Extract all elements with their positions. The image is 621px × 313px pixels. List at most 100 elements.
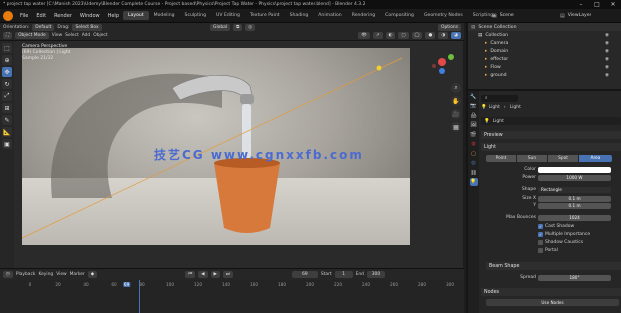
outliner-item-flow[interactable]: ▸ Flow ◉ — [468, 63, 621, 71]
use-nodes-button[interactable]: Use Nodes — [486, 299, 619, 306]
visibility-eye-icon[interactable]: ◉ — [605, 49, 609, 54]
timeline-editor-icon[interactable]: ◷ — [3, 271, 13, 278]
outliner-item-camera[interactable]: ▸ Camera ◉ — [468, 39, 621, 47]
minimize-button[interactable]: – — [573, 0, 589, 9]
light-type-sun[interactable]: Sun — [517, 155, 547, 162]
panel-light[interactable]: Light — [481, 143, 621, 151]
scale-tool-icon[interactable]: ⤢ — [2, 91, 12, 101]
scene-tab-icon[interactable]: 🎬 — [470, 131, 478, 139]
light-type-area[interactable]: Area — [579, 155, 612, 162]
menu-file[interactable]: File — [16, 13, 32, 19]
rendered-shading-icon[interactable]: ◕ — [451, 32, 461, 39]
tab-animation[interactable]: Animation — [313, 11, 346, 20]
menu-view[interactable]: View — [52, 33, 62, 38]
visibility-eye-icon[interactable]: ◉ — [605, 33, 609, 38]
light-type-point[interactable]: Point — [486, 155, 516, 162]
maximize-button[interactable]: □ — [589, 0, 605, 9]
panel-nodes[interactable]: Nodes — [481, 288, 621, 296]
world-tab-icon[interactable]: ◍ — [470, 140, 478, 148]
constraints-tab-icon[interactable]: ⛓ — [470, 169, 478, 177]
scene-selector[interactable]: ▣ Scene — [492, 11, 514, 20]
3d-viewport[interactable]: Camera Perspective (69) Collection | Lig… — [14, 41, 463, 268]
tab-uv-editing[interactable]: UV Editing — [211, 11, 245, 20]
shape-dropdown[interactable]: Rectangle — [538, 187, 611, 193]
properties-editor[interactable]: 🔧 📷 🖨 🖼 🎬 ◍ ▢ ◎ ⛓ 💡 ⌕ 💡 Light › Light 💡 … — [466, 89, 621, 313]
annotate-tool-icon[interactable]: ✎ — [2, 115, 12, 125]
view-layer-selector[interactable]: ▤ ViewLayer — [560, 11, 591, 20]
rotate-tool-icon[interactable]: ↻ — [2, 79, 12, 89]
menu-window[interactable]: Window — [76, 13, 104, 19]
output-tab-icon[interactable]: 🖨 — [470, 112, 478, 120]
menu-marker[interactable]: Marker — [70, 272, 85, 277]
transform-tool-icon[interactable]: ⊞ — [2, 103, 12, 113]
start-frame-field[interactable]: 1 — [334, 271, 353, 278]
physics-tab-icon[interactable]: ◎ — [470, 159, 478, 167]
outliner-item-collection[interactable]: ▤ Collection ◉ — [468, 31, 621, 39]
tab-sculpting[interactable]: Sculpting — [180, 11, 211, 20]
visibility-eye-icon[interactable]: ◉ — [605, 65, 609, 70]
options-dropdown[interactable]: Options — [438, 24, 461, 31]
snap-icon[interactable]: ⧉ — [233, 24, 243, 31]
tool-tab-icon[interactable]: 🔧 — [470, 93, 478, 101]
color-swatch[interactable] — [538, 167, 611, 173]
orientation-dropdown[interactable]: Default — [32, 24, 55, 31]
drag-dropdown[interactable]: Select Box — [72, 24, 102, 31]
outliner-item-ground[interactable]: ▸ ground ◉ — [468, 71, 621, 79]
navigation-gizmo[interactable] — [429, 49, 455, 75]
proportional-edit-icon[interactable]: ◎ — [245, 24, 256, 31]
size-y-field[interactable]: 0.1 m — [538, 203, 611, 209]
render-tab-icon[interactable]: 📷 — [470, 102, 478, 110]
light-data-tab-icon[interactable]: 💡 — [469, 178, 478, 186]
outliner[interactable]: ▤ Scene Collection ▤ Collection ◉ ▸ Camera ◉ ▸… — [466, 23, 621, 89]
light-type-spot[interactable]: Spot — [548, 155, 578, 162]
jump-end-icon[interactable]: ⏭ — [222, 271, 233, 278]
gizmo-icon[interactable]: ↗ — [372, 32, 383, 39]
grid-view-icon[interactable]: ▦ — [451, 122, 461, 132]
menu-playback[interactable]: Playback — [16, 272, 36, 277]
menu-help[interactable]: Help — [104, 13, 123, 19]
zoom-icon[interactable]: ⌕ — [451, 83, 461, 93]
menu-add[interactable]: Add — [82, 33, 91, 38]
outliner-item-effector[interactable]: ▸ effector ◉ — [468, 55, 621, 63]
material-shading-icon[interactable]: ◑ — [438, 32, 449, 39]
keyframe-icon[interactable]: ◆ — [87, 271, 98, 278]
light-datablock-field[interactable]: 💡 Light — [481, 117, 621, 125]
visibility-eye-icon[interactable]: ◉ — [605, 41, 609, 46]
view-layer-tab-icon[interactable]: 🖼 — [470, 121, 478, 129]
panel-beam-shape[interactable]: Beam Shape — [486, 262, 621, 270]
blender-logo-icon[interactable] — [3, 10, 13, 21]
power-field[interactable]: 1000 W — [538, 175, 611, 181]
play-reverse-icon[interactable]: ◀ — [198, 271, 208, 278]
measure-tool-icon[interactable]: 📐 — [2, 127, 12, 137]
menu-object[interactable]: Object — [93, 33, 107, 38]
close-button[interactable]: ✕ — [605, 0, 621, 9]
current-frame-field[interactable]: 69 — [291, 271, 318, 278]
select-tool-icon[interactable]: ⬚ — [2, 43, 12, 53]
tab-texture-paint[interactable]: Texture Paint — [245, 11, 285, 20]
panel-preview[interactable]: Preview — [481, 131, 621, 139]
camera-view-icon[interactable]: 🎥 — [451, 109, 461, 119]
cursor-tool-icon[interactable]: ⊕ — [2, 55, 12, 65]
timeline[interactable]: 0 20 40 60 69 80 100 120 140 160 180 200 220 240 260 28… — [0, 280, 464, 313]
visibility-eye-icon[interactable]: ◉ — [605, 73, 609, 78]
tab-geometry-nodes[interactable]: Geometry Nodes — [419, 11, 468, 20]
overlay-icon[interactable]: ◐ — [385, 32, 396, 39]
menu-edit[interactable]: Edit — [32, 13, 50, 19]
tab-compositing[interactable]: Compositing — [380, 11, 419, 20]
solid-shading-icon[interactable]: ● — [425, 32, 436, 39]
tab-shading[interactable]: Shading — [285, 11, 314, 20]
xray-icon[interactable]: ▢ — [398, 32, 409, 39]
portal-checkbox[interactable]: Portal — [538, 248, 558, 253]
menu-timeline-view[interactable]: View — [56, 272, 66, 277]
max-bounces-field[interactable]: 1024 — [538, 215, 611, 221]
jump-start-icon[interactable]: ⏮ — [185, 271, 196, 278]
menu-select[interactable]: Select — [65, 33, 79, 38]
play-icon[interactable]: ▶ — [210, 271, 220, 278]
end-frame-field[interactable]: 300 — [366, 271, 385, 278]
editor-type-icon[interactable]: ⛶ — [3, 32, 13, 39]
cast-shadow-checkbox[interactable]: ✓ Cast Shadow — [538, 224, 574, 229]
transform-orientation-dropdown[interactable]: Global — [210, 24, 231, 31]
tab-layout[interactable]: Layout — [123, 11, 149, 20]
search-icon[interactable]: ⌕ — [481, 95, 518, 102]
pan-icon[interactable]: ✋ — [451, 96, 461, 106]
